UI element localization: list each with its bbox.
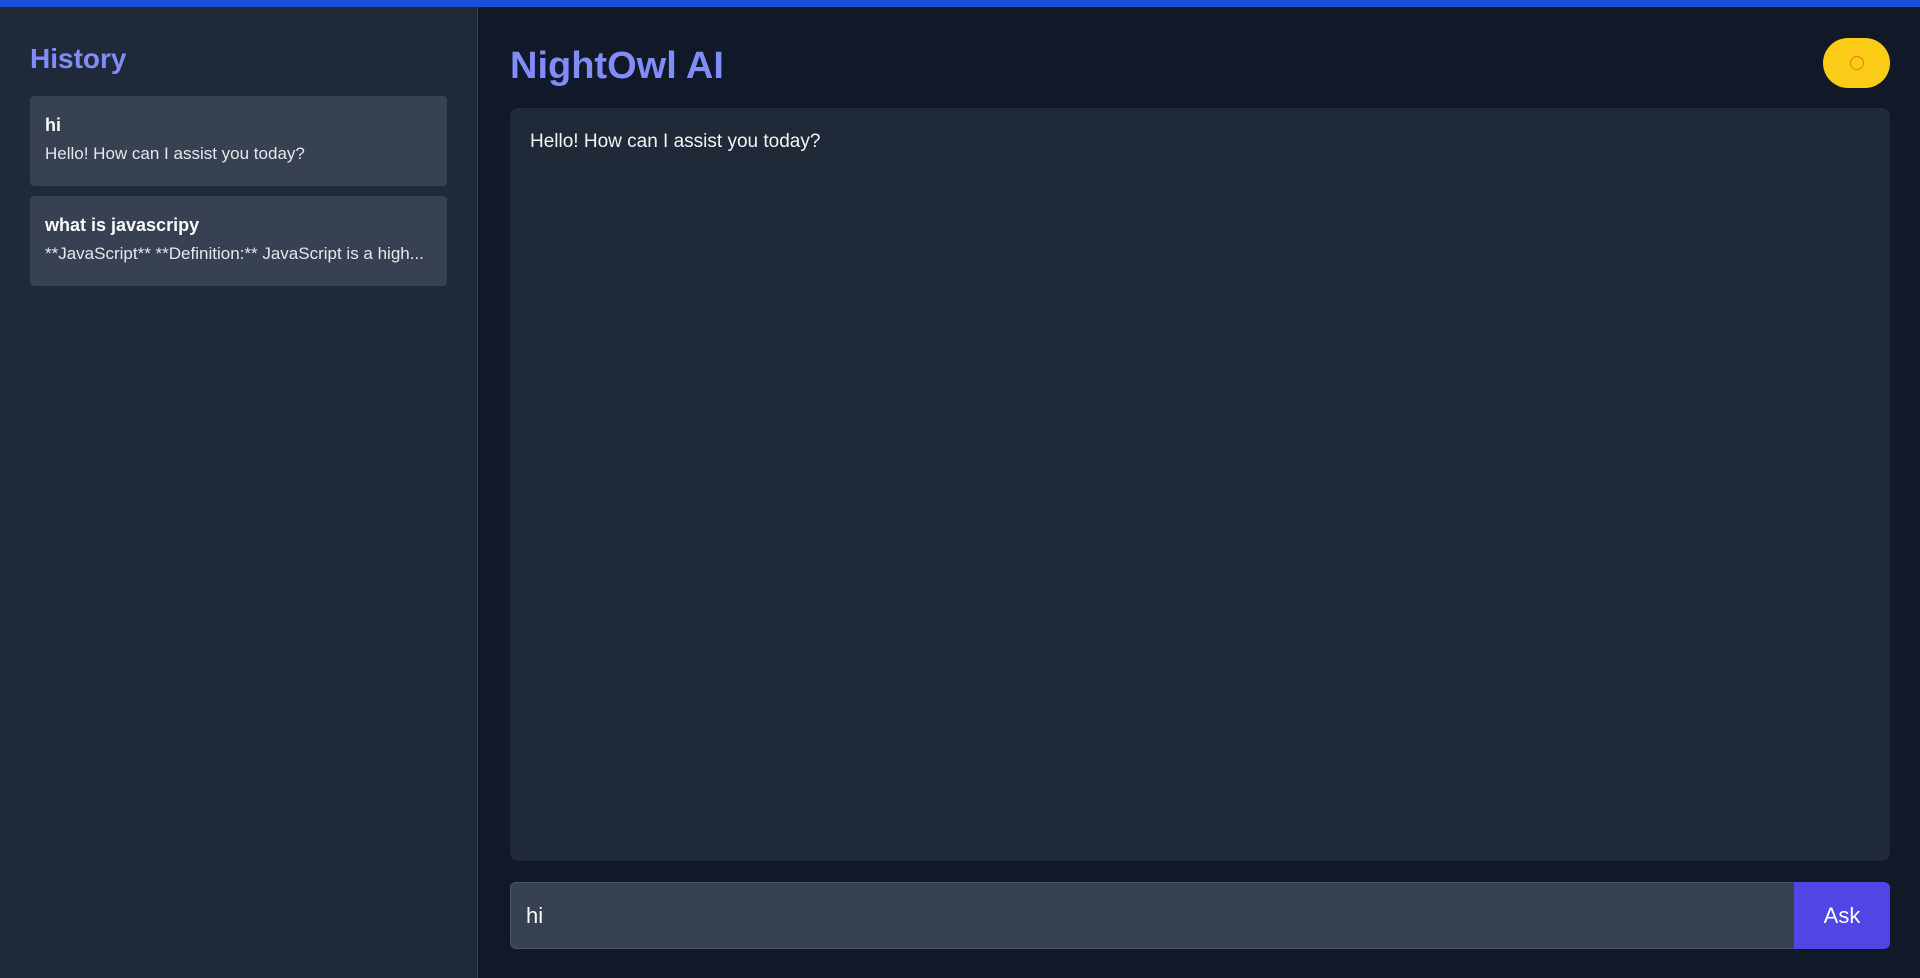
- sun-icon: [1849, 56, 1864, 70]
- ask-button[interactable]: Ask: [1794, 882, 1890, 949]
- composer: Ask: [510, 882, 1890, 949]
- chat-area[interactable]: Hello! How can I assist you today?: [510, 108, 1890, 861]
- main-panel: NightOwl AI Hello! How can I assist you …: [479, 7, 1920, 978]
- window-top-bar: [0, 0, 1920, 7]
- app-title: NightOwl AI: [510, 45, 724, 87]
- history-title: History: [30, 43, 127, 74]
- history-item[interactable]: what is javascripy **JavaScript** **Defi…: [30, 196, 447, 286]
- question-input[interactable]: [510, 882, 1794, 949]
- history-item-answer: Hello! How can I assist you today?: [45, 144, 305, 163]
- history-sidebar: History hi Hello! How can I assist you t…: [0, 7, 478, 978]
- assistant-message: Hello! How can I assist you today?: [530, 131, 821, 152]
- history-item-question: what is javascripy: [45, 215, 200, 235]
- history-item-question: hi: [45, 115, 61, 135]
- history-item-answer: **JavaScript** **Definition:** JavaScrip…: [45, 244, 424, 263]
- history-item[interactable]: hi Hello! How can I assist you today?: [30, 96, 447, 186]
- theme-toggle-button[interactable]: [1823, 38, 1890, 88]
